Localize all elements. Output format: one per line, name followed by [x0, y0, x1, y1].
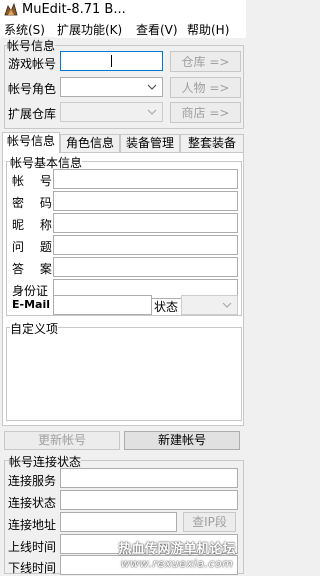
nickname-field[interactable]: [53, 213, 238, 233]
service-field[interactable]: [60, 468, 238, 488]
ext-warehouse-select[interactable]: [60, 102, 163, 122]
menu-view[interactable]: 查看(V): [136, 21, 178, 38]
field-label-nickname: 昵 称: [12, 218, 58, 232]
status-label: 状态: [154, 300, 179, 314]
watermark-line1: 热血传网游单机论坛: [118, 542, 236, 557]
watermark-line2: www.rexuexia.com: [120, 557, 234, 570]
address-label: 连接地址: [8, 518, 57, 532]
field-label-answer: 答 案: [12, 262, 58, 276]
status-select[interactable]: [181, 295, 238, 315]
password-field[interactable]: [53, 191, 238, 211]
state-field[interactable]: [60, 490, 238, 510]
app-icon: [4, 3, 18, 16]
state-label: 连接状态: [8, 496, 57, 510]
tab-strip: 帐号信息 角色信息 装备管理 整套装备: [2, 132, 244, 153]
lookup-ip-button[interactable]: 查IP段: [183, 512, 236, 532]
menu-bar: 系统(S) 扩展功能(K) 查看(V) 帮助(H): [0, 20, 246, 38]
account-field[interactable]: [53, 169, 238, 189]
answer-field[interactable]: [53, 257, 238, 277]
chevron-down-icon: [147, 84, 157, 90]
field-label-account: 帐 号: [12, 174, 58, 188]
address-field[interactable]: [60, 512, 177, 532]
tab-full-set[interactable]: 整套装备: [180, 134, 244, 152]
ext-warehouse-label: 扩展仓库: [8, 107, 57, 121]
tab-equipment[interactable]: 装备管理: [120, 134, 180, 152]
question-field[interactable]: [53, 235, 238, 255]
tab-role-info[interactable]: 角色信息: [60, 134, 120, 152]
watermark: 热血传网游单机论坛 www.rexuexia.com: [110, 538, 244, 570]
text-caret: [111, 55, 112, 67]
online-time-label: 上线时间: [8, 540, 57, 554]
account-role-select[interactable]: [60, 77, 163, 97]
menu-system[interactable]: 系统(S): [4, 21, 45, 38]
email-label: E-Mail: [12, 298, 50, 311]
shop-button[interactable]: 商店 =>: [170, 102, 241, 123]
field-label-password: 密 码: [12, 196, 58, 210]
custom-items-title: 自定义项: [10, 320, 59, 337]
tab-account-info[interactable]: 帐号信息: [2, 132, 60, 153]
menu-help[interactable]: 帮助(H): [187, 21, 229, 38]
character-button[interactable]: 人物 =>: [170, 77, 241, 98]
email-field[interactable]: [53, 295, 152, 315]
menu-extensions[interactable]: 扩展功能(K): [57, 21, 122, 38]
field-label-question: 问 题: [12, 240, 58, 254]
account-info-title: 帐号信息: [7, 37, 56, 54]
warehouse-button[interactable]: 仓库 =>: [170, 51, 241, 72]
field-label-id-card: 身份证: [12, 284, 49, 298]
new-account-button[interactable]: 新建帐号: [124, 431, 240, 450]
title-bar: MuEdit-8.71 B...: [0, 0, 246, 20]
game-account-input[interactable]: [60, 51, 163, 71]
window-title: MuEdit-8.71 B...: [22, 2, 126, 17]
custom-items-group: [6, 327, 242, 421]
service-label: 连接服务: [8, 474, 57, 488]
chevron-down-icon: [147, 109, 157, 115]
game-account-label: 游戏帐号: [8, 57, 57, 71]
chevron-down-icon: [222, 302, 232, 308]
offline-time-label: 下线时间: [8, 561, 57, 575]
account-role-label: 帐号角色: [8, 82, 57, 96]
update-account-button[interactable]: 更新帐号: [4, 431, 120, 450]
